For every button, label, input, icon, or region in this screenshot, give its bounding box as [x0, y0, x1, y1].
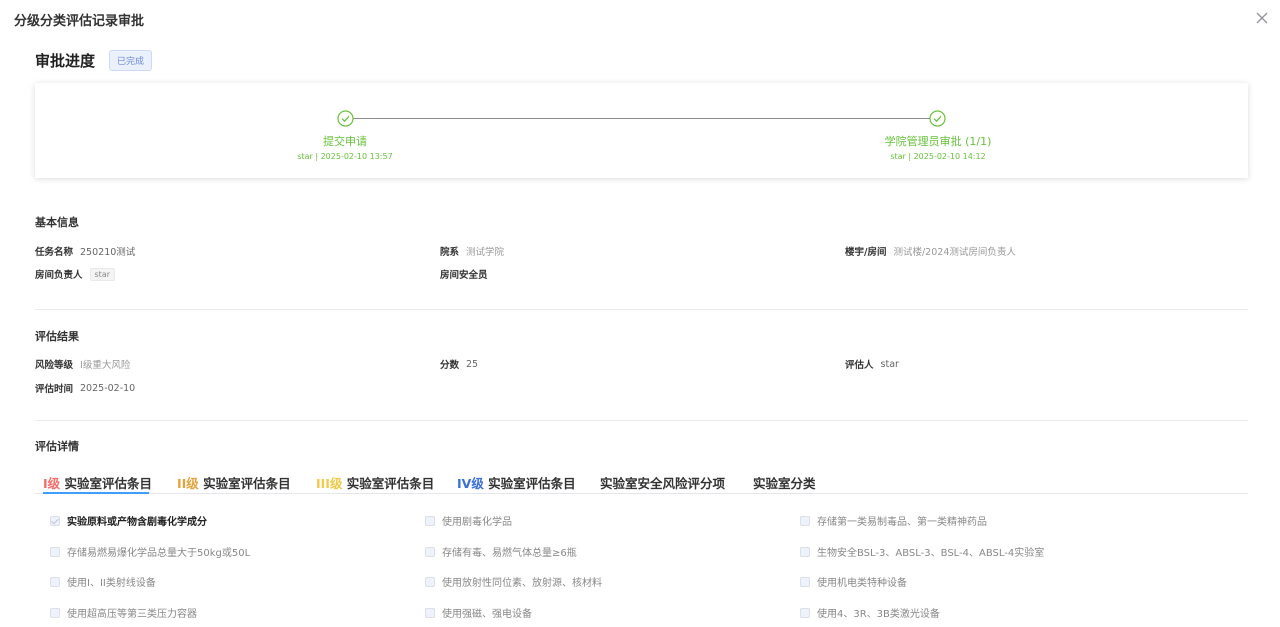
assessment-item-label: 存储有毒、易燃气体总量≥6瓶: [442, 548, 577, 559]
checkbox[interactable]: [50, 546, 60, 557]
basic-info-title: 基本信息: [35, 216, 79, 229]
owner-tag: star: [89, 267, 116, 281]
field-value: 测试楼/2024测试房间负责人: [893, 247, 1016, 258]
close-icon[interactable]: [1253, 9, 1271, 27]
tab-level-3[interactable]: III级 实验室评估条目: [316, 473, 434, 492]
assessment-item-label: 存储易燃易爆化学品总量大于50kg或50L: [67, 548, 251, 559]
checkbox[interactable]: [425, 607, 435, 618]
assessment-item[interactable]: 实验原料或产物含剧毒化学成分: [50, 513, 207, 528]
assessment-item-label: 存储第一类易制毒品、第一类精神药品: [817, 517, 987, 528]
active-tab-indicator: [43, 492, 149, 494]
field-value: I级重大风险: [80, 360, 131, 371]
field-value: 250210测试: [80, 247, 136, 258]
checkbox[interactable]: [425, 515, 435, 526]
field-assess-time: 评估时间 2025-02-10: [35, 381, 136, 396]
details-title: 评估详情: [35, 440, 79, 453]
field-label: 房间负责人: [35, 270, 83, 281]
field-department: 院系 测试学院: [440, 244, 504, 258]
assessment-item[interactable]: 使用机电类特种设备: [800, 574, 907, 589]
field-room-safety-officer: 房间安全员: [440, 267, 495, 281]
checkbox[interactable]: [425, 576, 435, 587]
assessment-item[interactable]: 存储易燃易爆化学品总量大于50kg或50L: [50, 544, 250, 559]
field-value: star: [880, 358, 899, 370]
field-value: 2025-02-10: [80, 382, 136, 394]
field-label: 评估时间: [35, 384, 74, 395]
tab-label: 实验室安全风险评分项: [600, 476, 726, 491]
checkbox[interactable]: [50, 607, 60, 618]
tab-lab-classification[interactable]: 实验室分类: [753, 473, 816, 492]
tab-level: I级: [43, 476, 61, 491]
checkbox[interactable]: [800, 546, 810, 557]
approval-progress-title: 审批进度: [35, 52, 96, 70]
tab-level-4[interactable]: IV级 实验室评估条目: [457, 473, 576, 492]
tab-label: 实验室分类: [753, 476, 816, 491]
assessment-item-label: 使用放射性同位素、放射源、核材料: [442, 578, 602, 589]
approval-progress-header: 审批进度 已完成: [35, 50, 153, 71]
assessment-item-label: 实验原料或产物含剧毒化学成分: [67, 517, 207, 528]
tab-level: II级: [177, 476, 199, 491]
assessment-item[interactable]: 使用I、II类射线设备: [50, 574, 156, 589]
checkbox[interactable]: [800, 576, 810, 587]
assessment-item[interactable]: 生物安全BSL-3、ABSL-3、BSL-4、ABSL-4实验室: [800, 544, 1044, 559]
assessment-item-label: 使用I、II类射线设备: [67, 578, 156, 589]
field-label: 房间安全员: [440, 270, 488, 281]
field-label: 风险等级: [35, 360, 74, 371]
assessment-item-label: 使用机电类特种设备: [817, 578, 907, 589]
assessment-item-label: 使用超高压等第三类压力容器: [67, 609, 197, 620]
tab-label: 实验室评估条目: [198, 476, 291, 491]
tab-level-1[interactable]: I级 实验室评估条目: [43, 473, 152, 492]
step-title-submit: 提交申请: [323, 135, 367, 148]
assessment-item[interactable]: 使用超高压等第三类压力容器: [50, 605, 197, 620]
assessment-item-label: 使用强磁、强电设备: [442, 609, 532, 620]
checkbox[interactable]: [50, 576, 60, 587]
assessment-item-label: 生物安全BSL-3、ABSL-3、BSL-4、ABSL-4实验室: [817, 548, 1045, 559]
tab-level: III级: [316, 476, 343, 491]
details-tabs: I级 实验室评估条目 II级 实验室评估条目 III级 实验室评估条目 IV级 …: [35, 470, 1248, 494]
field-value: 测试学院: [466, 247, 505, 258]
field-task-name: 任务名称 250210测试: [35, 244, 135, 258]
tab-level: IV级: [457, 476, 484, 491]
assessment-item[interactable]: 存储有毒、易燃气体总量≥6瓶: [425, 544, 577, 559]
assessment-item[interactable]: 使用强磁、强电设备: [425, 605, 532, 620]
result-title: 评估结果: [35, 330, 79, 343]
checkbox[interactable]: [50, 515, 60, 526]
divider: [35, 420, 1248, 421]
tab-label: 实验室评估条目: [483, 476, 576, 491]
tab-level-2[interactable]: II级 实验室评估条目: [177, 473, 291, 492]
field-label: 院系: [440, 247, 460, 258]
assessment-item-label: 使用4、3R、3B类激光设备: [817, 609, 940, 620]
field-room-owner: 房间负责人 star: [35, 267, 116, 281]
field-assessor: 评估人 star: [845, 357, 899, 372]
field-label: 分数: [440, 360, 460, 371]
field-value: 25: [466, 358, 479, 370]
assessment-item[interactable]: 使用4、3R、3B类激光设备: [800, 605, 940, 620]
assessment-item-label: 使用剧毒化学品: [442, 517, 512, 528]
checkbox[interactable]: [425, 546, 435, 557]
progress-card: 提交申请 star | 2025-02-10 13:57 学院管理员审批 (1/…: [35, 83, 1248, 178]
field-score: 分数 25: [440, 357, 479, 372]
field-label: 评估人: [845, 360, 874, 371]
step-complete-icon: [337, 110, 354, 127]
step-connector: [353, 118, 938, 119]
dialog-title: 分级分类评估记录审批: [14, 14, 145, 29]
divider: [35, 309, 1248, 310]
assessment-item[interactable]: 使用放射性同位素、放射源、核材料: [425, 574, 602, 589]
step-complete-icon: [929, 110, 946, 127]
tab-risk-score-items[interactable]: 实验室安全风险评分项: [600, 473, 725, 492]
status-badge: 已完成: [109, 50, 153, 71]
assessment-item[interactable]: 存储第一类易制毒品、第一类精神药品: [800, 513, 987, 528]
field-label: 楼宇/房间: [845, 247, 887, 258]
step-meta-submit: star | 2025-02-10 13:57: [297, 152, 393, 161]
assessment-item[interactable]: 使用剧毒化学品: [425, 513, 512, 528]
step-title-admin-approval: 学院管理员审批 (1/1): [884, 135, 992, 148]
field-building-room: 楼宇/房间 测试楼/2024测试房间负责人: [845, 244, 1016, 258]
field-risk-level: 风险等级 I级重大风险: [35, 357, 130, 371]
checkbox[interactable]: [800, 515, 810, 526]
field-label: 任务名称: [35, 247, 74, 258]
tab-label: 实验室评估条目: [60, 476, 153, 491]
checkbox[interactable]: [800, 607, 810, 618]
step-meta-admin-approval: star | 2025-02-10 14:12: [890, 152, 986, 161]
tab-label: 实验室评估条目: [342, 476, 435, 491]
